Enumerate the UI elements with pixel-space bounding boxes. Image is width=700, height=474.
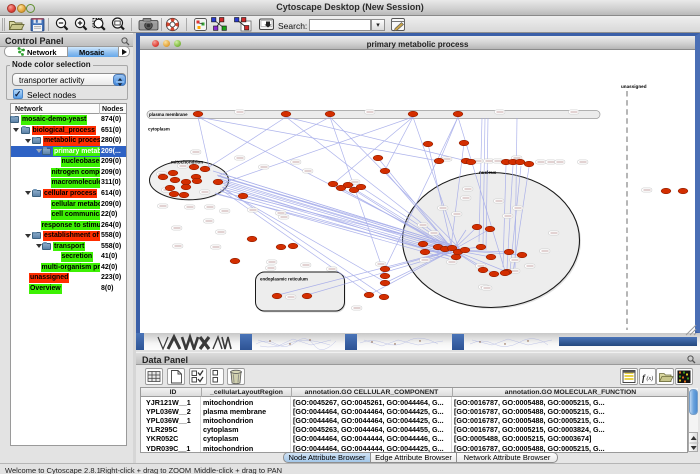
- svg-text:plasma membrane: plasma membrane: [149, 112, 188, 117]
- svg-text:cytoplasm: cytoplasm: [148, 127, 170, 132]
- svg-text:endoplasmic reticulum: endoplasmic reticulum: [260, 277, 308, 282]
- svg-text:nucleus: nucleus: [479, 170, 497, 175]
- svg-text:mitochondrion: mitochondrion: [171, 160, 203, 165]
- svg-text:(x): (x): [647, 375, 654, 382]
- svg-text:unassigned: unassigned: [621, 84, 647, 89]
